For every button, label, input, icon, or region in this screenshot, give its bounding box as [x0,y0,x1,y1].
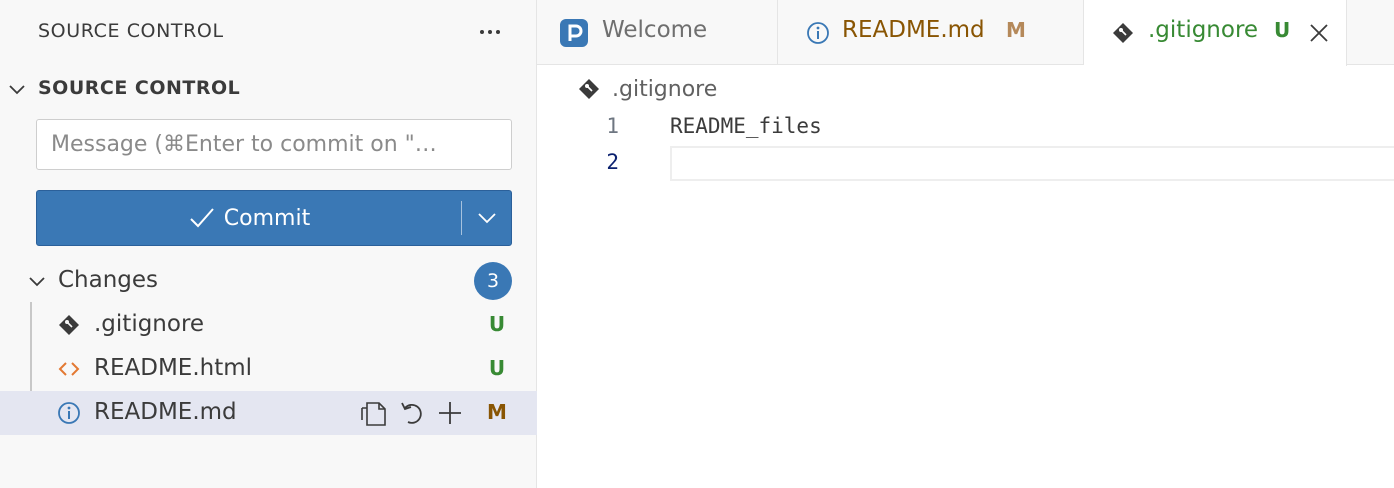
close-icon[interactable] [1306,20,1332,46]
file-status-badge: M [487,400,507,424]
welcome-logo-icon [559,18,589,48]
tab-welcome[interactable]: Welcome [537,0,778,65]
discard-changes-icon[interactable] [396,397,428,429]
commit-label: Commit [223,205,311,231]
git-file-icon [1108,18,1138,48]
chevron-down-icon [29,277,45,287]
commit-message-input[interactable] [36,119,512,170]
current-line-highlight [670,146,1394,181]
changed-file-row-selected[interactable]: README.md M [0,391,537,435]
line-number: 1 [606,114,619,138]
source-control-section-header[interactable]: SOURCE CONTROL [0,74,537,104]
stage-changes-icon[interactable] [434,397,466,429]
file-status-badge: U [488,312,506,336]
changes-group-header[interactable]: Changes 3 [0,262,537,300]
git-file-icon [579,79,599,99]
source-control-sidebar: SOURCE CONTROL SOURCE CONTROL Commit Cha… [0,0,537,488]
sidebar-title: SOURCE CONTROL [38,20,224,42]
info-file-icon [803,18,833,48]
tab-gitignore[interactable]: .gitignore U [1084,0,1347,66]
file-name: .gitignore [94,311,205,337]
code-line[interactable]: 1 README_files [537,110,1394,146]
commit-button[interactable]: Commit [37,191,461,245]
info-file-icon [56,401,82,425]
changes-count-badge: 3 [474,262,512,300]
chevron-down-icon [9,85,25,95]
tab-label: Welcome [602,17,708,43]
ellipsis-icon[interactable] [476,18,504,46]
changes-label: Changes [58,267,159,293]
editor-tab-bar: Welcome README.md M .gitignore U [537,0,1394,66]
tab-label: README.md [842,17,985,43]
row-actions [358,397,466,429]
tab-readme-md[interactable]: README.md M [778,0,1084,65]
section-label: SOURCE CONTROL [38,77,241,99]
changed-file-row[interactable]: README.html U [0,347,537,391]
file-status-badge: U [488,356,506,380]
check-icon [190,208,214,228]
html-file-icon [56,357,82,381]
commit-button-group: Commit [36,190,512,246]
code-line-current[interactable]: 2 [537,146,1394,182]
tab-status-badge: M [1006,18,1026,42]
commit-dropdown-button[interactable] [462,191,512,245]
open-file-icon[interactable] [358,397,390,429]
file-name: README.md [94,399,237,425]
changed-file-row[interactable]: .gitignore U [0,303,537,347]
file-name: README.html [94,355,253,381]
tab-label: .gitignore [1148,17,1259,43]
git-file-icon [56,313,82,337]
breadcrumb[interactable]: .gitignore [578,74,717,104]
breadcrumb-label: .gitignore [612,76,718,102]
chevron-down-icon [478,213,496,224]
line-number: 2 [606,150,619,174]
line-text: README_files [670,114,822,138]
tab-status-badge: U [1274,18,1291,42]
